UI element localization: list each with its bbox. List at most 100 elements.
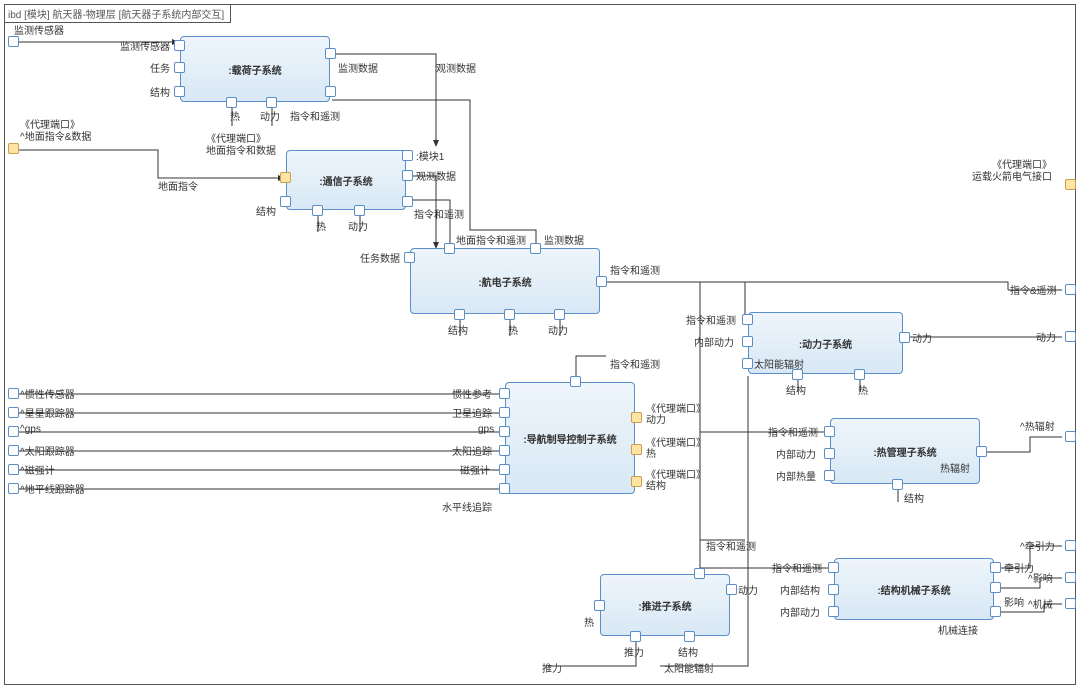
port-st-r2[interactable] (990, 582, 1001, 593)
port-st-l1[interactable] (828, 562, 839, 573)
port-pw-l3[interactable] (742, 358, 753, 369)
ext-port-sensor[interactable] (8, 36, 19, 47)
block-prop[interactable]: :推进子系统 (600, 574, 730, 636)
port-pw-br[interactable] (854, 369, 865, 380)
port-comm-struct[interactable] (280, 196, 291, 207)
block-gnc[interactable]: :导航制导控制子系统 (505, 382, 635, 494)
block-payload[interactable]: :载荷子系统 (180, 36, 330, 102)
port-st-l2[interactable] (828, 584, 839, 595)
block-comm-name: :通信子系统 (319, 173, 372, 188)
port-gnc-l4[interactable] (499, 445, 510, 456)
lbl-gnc-l6: 水平线追踪 (442, 499, 492, 514)
lbl-gnc-top: 指令和遥测 (610, 356, 660, 371)
port-pr-l[interactable] (594, 600, 605, 611)
flow-obs: 观测数据 (436, 60, 476, 75)
port-pr-r[interactable] (726, 584, 737, 595)
ext-port-launch[interactable] (1065, 179, 1076, 190)
port-comm-heat[interactable] (312, 205, 323, 216)
lbl-av-struct: 结构 (448, 322, 468, 337)
port-th-b[interactable] (892, 479, 903, 490)
port-payload-struct[interactable] (174, 86, 185, 97)
lbl-rad-r: ^热辐射 (1020, 418, 1055, 433)
ext-port-cmdtm[interactable] (1065, 284, 1076, 295)
port-av-task[interactable] (404, 252, 415, 263)
port-av-pwr[interactable] (554, 309, 565, 320)
port-payload-cmdtm[interactable] (325, 86, 336, 97)
port-comm-pwr[interactable] (354, 205, 365, 216)
port-payload-mondata[interactable] (325, 48, 336, 59)
port-av-cmdtm[interactable] (596, 276, 607, 287)
ext-port-ground[interactable] (8, 143, 19, 154)
lbl-gnc-l1: 惯性参考 (452, 386, 492, 401)
ext-port-rad[interactable] (1065, 431, 1076, 442)
port-comm-cmdtm[interactable] (402, 196, 413, 207)
block-struct[interactable]: :结构机械子系统 (834, 558, 994, 620)
lbl-pw-l1: 指令和遥测 (686, 312, 736, 327)
port-payload-pwr[interactable] (266, 97, 277, 108)
ext-port-sun[interactable] (8, 445, 19, 456)
port-st-l3[interactable] (828, 606, 839, 617)
lbl-payload-heat: 热 (230, 108, 240, 123)
ext-port-power[interactable] (1065, 331, 1076, 342)
port-gnc-l2[interactable] (499, 407, 510, 418)
lbl-pr-bl: 推力 (624, 644, 644, 659)
lbl-th-l1: 指令和遥测 (768, 424, 818, 439)
lbl-st-r3: 机械连接 (938, 622, 978, 637)
port-av-ground[interactable] (444, 243, 455, 254)
port-payload-heat[interactable] (226, 97, 237, 108)
port-pw-bl[interactable] (792, 369, 803, 380)
lbl-payload-task: 任务 (150, 60, 170, 75)
port-st-r3[interactable] (990, 606, 1001, 617)
port-st-r1[interactable] (990, 562, 1001, 573)
port-gnc-r1[interactable] (631, 412, 642, 423)
lbl-pw-bl: 结构 (786, 382, 806, 397)
frame-title: ibd [模块] 航天器-物理层 [航天器子系统内部交互] (5, 5, 231, 23)
ext-port-grav[interactable] (1065, 540, 1076, 551)
block-payload-name: :载荷子系统 (228, 62, 281, 77)
ext-port-gps[interactable] (8, 426, 19, 437)
ext-port-mag[interactable] (8, 464, 19, 475)
port-payload-task[interactable] (174, 62, 185, 73)
port-pr-br[interactable] (684, 631, 695, 642)
port-th-r[interactable] (976, 446, 987, 457)
port-gnc-r3[interactable] (631, 476, 642, 487)
lbl-comm-obs: 观测数据 (416, 168, 456, 183)
lbl-comm-struct: 结构 (256, 203, 276, 218)
lbl-th-r: 热辐射 (940, 460, 970, 475)
lbl-st-l3: 内部动力 (780, 604, 820, 619)
ext-port-impact[interactable] (1065, 572, 1076, 583)
ext-port-mech[interactable] (1065, 598, 1076, 609)
port-av-heat[interactable] (504, 309, 515, 320)
port-gnc-r2[interactable] (631, 444, 642, 455)
port-comm-mod1[interactable] (402, 150, 413, 161)
block-comm[interactable]: :通信子系统 (286, 150, 406, 210)
port-pr-top[interactable] (694, 568, 705, 579)
lbl-gps: ^gps (20, 424, 41, 435)
ext-port-horizon[interactable] (8, 483, 19, 494)
port-gnc-l3[interactable] (499, 426, 510, 437)
port-gnc-l1[interactable] (499, 388, 510, 399)
port-gnc-top[interactable] (570, 376, 581, 387)
lbl-pr-l: 热 (584, 614, 594, 629)
port-pw-r[interactable] (899, 332, 910, 343)
port-av-struct[interactable] (454, 309, 465, 320)
lbl-comm-heat: 热 (316, 218, 326, 233)
ext-port-inertial[interactable] (8, 388, 19, 399)
port-gnc-l6[interactable] (499, 483, 510, 494)
block-avionics[interactable]: :航电子系统 (410, 248, 600, 314)
port-payload-sensor[interactable] (174, 40, 185, 51)
port-comm-obs[interactable] (402, 170, 413, 181)
lbl-comm-cmdtm: 指令和遥测 (414, 206, 464, 221)
ext-port-sensor-lbl: 监测传感器 (14, 22, 64, 37)
port-gnc-l5[interactable] (499, 464, 510, 475)
block-struct-name: :结构机械子系统 (877, 582, 950, 597)
port-comm-ground[interactable] (280, 172, 291, 183)
port-th-l1[interactable] (824, 426, 835, 437)
port-th-l3[interactable] (824, 470, 835, 481)
port-pw-l2[interactable] (742, 336, 753, 347)
port-pw-l1[interactable] (742, 314, 753, 325)
ext-port-star[interactable] (8, 407, 19, 418)
port-pr-bl[interactable] (630, 631, 641, 642)
port-av-mon[interactable] (530, 243, 541, 254)
port-th-l2[interactable] (824, 448, 835, 459)
